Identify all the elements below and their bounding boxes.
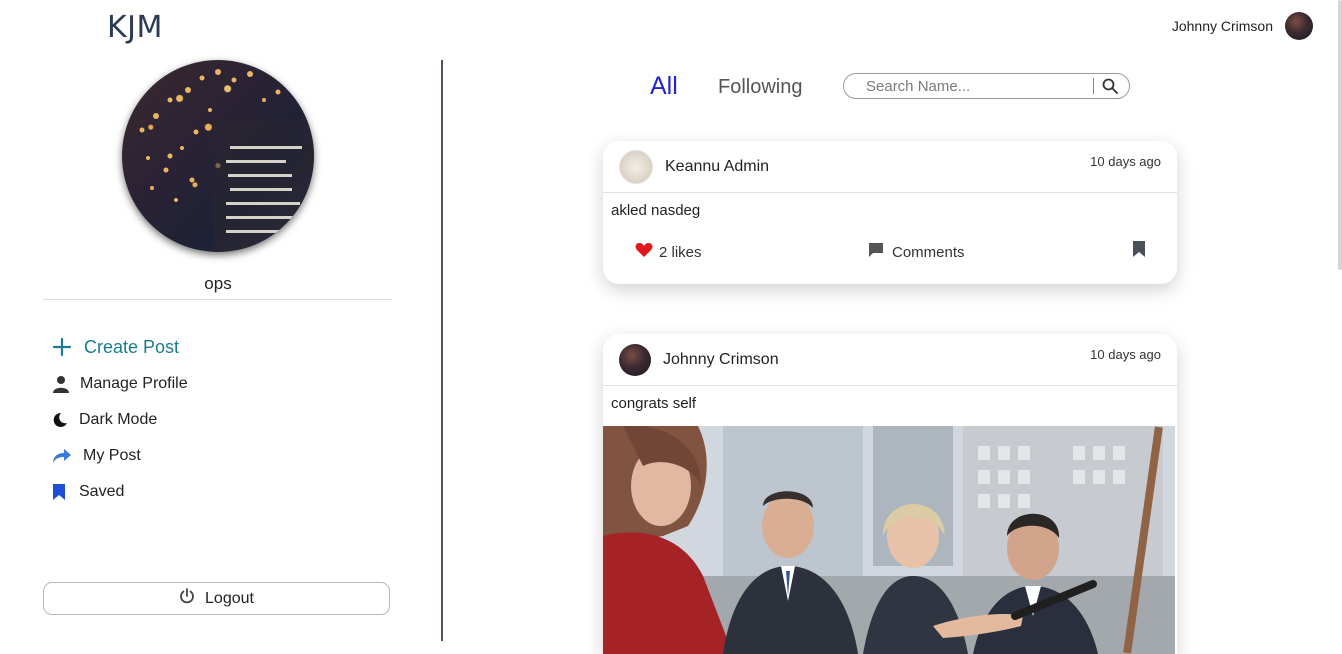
post-card: Johnny Crimson 10 days ago congrats self [603,334,1177,654]
user-avatar[interactable] [1285,12,1313,40]
user-menu[interactable]: Johnny Crimson [1172,12,1313,40]
like-count: 2 likes [659,243,702,261]
share-arrow-icon [52,448,74,464]
sidebar-item-saved[interactable]: Saved [52,474,188,510]
moon-icon [52,412,74,428]
author-name[interactable]: Johnny Crimson [663,351,779,369]
post-timestamp: 10 days ago [1090,347,1161,362]
sidebar-divider [43,299,392,300]
sidebar-item-manage-profile[interactable]: Manage Profile [52,366,188,402]
plus-icon [52,337,74,357]
search-bar [843,73,1130,99]
post-text: akled nasdeg [611,202,701,219]
post-image-art [603,426,1175,654]
sidebar-item-label: My Post [83,447,141,464]
heart-icon [635,242,653,262]
post-text: congrats self [611,395,697,412]
page-scrollbar[interactable] [1338,0,1342,270]
sidebar-item-my-post[interactable]: My Post [52,438,188,474]
profile-picture-art [139,69,314,252]
sidebar: ops Create Post Manage Profile Dark Mode… [0,60,440,641]
post-image[interactable] [603,426,1175,654]
post-actions: 2 likes Comments [603,225,1177,284]
comments-button[interactable]: Comments [868,242,965,262]
brand-logo[interactable]: KJM [107,10,163,45]
sidebar-item-create-post[interactable]: Create Post [52,328,188,366]
power-icon [179,588,195,609]
comment-icon [868,242,884,262]
author-avatar[interactable] [619,149,653,184]
search-separator [1093,78,1094,94]
search-input[interactable] [864,76,1093,96]
sidebar-item-label: Manage Profile [80,375,188,392]
author-name[interactable]: Keannu Admin [665,158,769,176]
tab-all[interactable]: All [650,72,678,101]
comments-label: Comments [892,243,965,261]
user-name[interactable]: Johnny Crimson [1172,18,1273,34]
bookmark-button[interactable] [1133,241,1145,262]
profile-name: ops [204,274,232,293]
sidebar-separator [441,60,443,641]
profile-picture [122,60,314,252]
logout-label: Logout [205,589,254,607]
post-timestamp: 10 days ago [1090,154,1161,169]
user-icon [52,375,74,393]
post-header: Johnny Crimson 10 days ago [603,334,1177,386]
sidebar-item-label: Create Post [84,336,180,357]
sidebar-menu: Create Post Manage Profile Dark Mode My … [52,328,188,510]
sidebar-item-label: Saved [79,483,125,500]
tab-following[interactable]: Following [718,76,802,99]
like-button[interactable]: 2 likes [635,242,702,262]
search-icon[interactable] [1102,78,1118,94]
post-card: Keannu Admin 10 days ago akled nasdeg 2 … [603,141,1177,284]
sidebar-item-label: Dark Mode [79,411,158,428]
sidebar-item-dark-mode[interactable]: Dark Mode [52,402,188,438]
bookmark-icon [52,483,74,501]
logout-button[interactable]: Logout [43,582,390,615]
author-avatar[interactable] [619,343,651,376]
post-header: Keannu Admin 10 days ago [603,141,1177,193]
bookmark-icon [1133,241,1145,261]
